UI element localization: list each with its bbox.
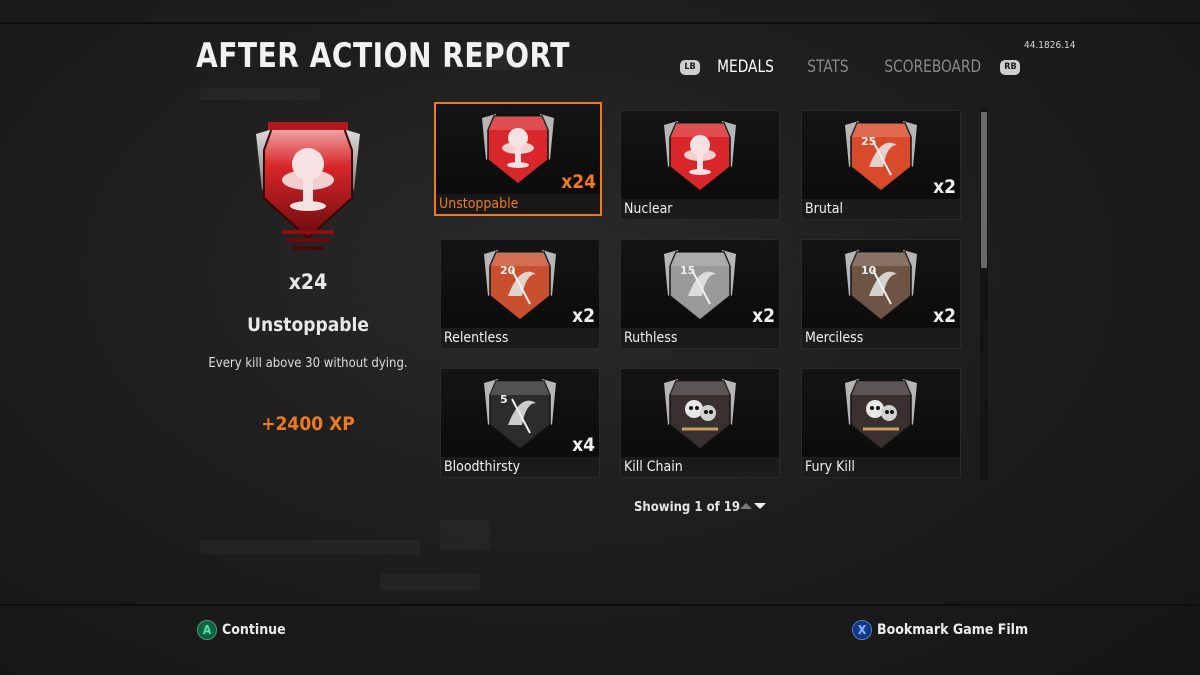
tab-medals[interactable]: MEDALS	[717, 57, 774, 77]
bookmark-label: Bookmark Game Film	[877, 622, 1029, 638]
reaper-medal-icon: 10	[845, 250, 917, 321]
scrollbar-thumb[interactable]	[981, 112, 987, 268]
medal-tile-label: Kill Chain	[621, 457, 779, 477]
medal-tile-kill-chain[interactable]: Kill Chain	[620, 368, 780, 478]
reaper-medal-icon: 15	[664, 250, 736, 321]
arrow-down-icon[interactable]	[754, 503, 766, 509]
tab-scoreboard[interactable]: SCOREBOARD	[884, 57, 981, 77]
medal-tile-label: Unstoppable	[436, 194, 600, 214]
nuke-cloud-medal-icon	[664, 121, 736, 192]
continue-button[interactable]: A Continue	[197, 620, 286, 640]
page-arrows[interactable]	[740, 503, 766, 509]
medal-tier-number: 15	[680, 264, 695, 277]
lb-bumper-icon[interactable]: LB	[680, 59, 700, 75]
medal-tile-count: x4	[572, 434, 595, 456]
medal-tile-relentless[interactable]: 20 x2 Relentless	[440, 239, 600, 349]
medal-tier-number: 25	[861, 135, 876, 148]
medal-grid-scrollbar[interactable]	[980, 110, 988, 480]
medal-count: x24	[288, 270, 328, 294]
reaper-medal-icon: 25	[845, 121, 917, 192]
version-label: 44.1826.14	[1024, 40, 1076, 51]
blurred-background-row	[440, 520, 490, 550]
medal-tier-number: 10	[861, 264, 877, 277]
medal-tile-nuclear[interactable]: Nuclear	[620, 110, 780, 220]
medal-tile-count: x2	[933, 305, 956, 327]
medal-tile-count: x2	[572, 305, 595, 327]
medal-tile-label: Relentless	[441, 328, 599, 348]
medal-tile-label: Fury Kill	[802, 457, 960, 477]
blurred-background-row	[380, 574, 480, 590]
page-title: AFTER ACTION REPORT	[196, 36, 570, 76]
medal-tile-label: Bloodthirsty	[441, 457, 599, 477]
medal-grid: x24 Unstoppable Nuclear 25 x2 Brutal 20 …	[434, 102, 970, 480]
medal-tile-label: Nuclear	[621, 199, 779, 219]
reaper-medal-icon: 20	[484, 250, 556, 321]
medal-detail-panel: x24 Unstoppable Every kill above 30 with…	[196, 120, 420, 435]
report-tabs: LB MEDALS STATS SCOREBOARD RB	[680, 56, 1021, 78]
medal-tier-number: 5	[500, 393, 508, 406]
medal-tile-count: x24	[561, 171, 596, 193]
medal-tile-bloodthirsty[interactable]: 5 x4 Bloodthirsty	[440, 368, 600, 478]
medal-tier-number: 20	[500, 264, 516, 277]
medal-tile-label: Brutal	[802, 199, 960, 219]
medal-tile-ruthless[interactable]: 15 x2 Ruthless	[620, 239, 780, 349]
continue-label: Continue	[222, 622, 286, 638]
top-divider	[0, 22, 1200, 24]
medal-description: Every kill above 30 without dying.	[208, 356, 408, 371]
blurred-background-row	[200, 540, 420, 554]
medal-tile-label: Merciless	[802, 328, 960, 348]
unstoppable-nuke-medal-icon	[256, 122, 360, 250]
medal-tile-count: x2	[933, 176, 956, 198]
medal-xp-reward: +2400 XP	[261, 413, 355, 435]
reaper-medal-icon: 5	[484, 379, 556, 450]
x-button-icon: X	[852, 620, 872, 640]
skull-chain-medal-icon	[664, 379, 736, 450]
blurred-background-row	[200, 88, 320, 100]
medal-tile-label: Ruthless	[621, 328, 779, 348]
nuke-cloud-medal-icon	[482, 114, 554, 185]
rb-bumper-icon[interactable]: RB	[1000, 59, 1021, 75]
medal-tile-unstoppable[interactable]: x24 Unstoppable	[434, 102, 602, 216]
medal-tile-fury-kill[interactable]: Fury Kill	[801, 368, 961, 478]
pagination-text: Showing 1 of 19	[634, 500, 741, 515]
arrow-up-icon[interactable]	[740, 503, 752, 509]
a-button-icon: A	[197, 620, 217, 640]
bookmark-game-film-button[interactable]: X Bookmark Game Film	[852, 620, 1028, 640]
bottom-divider	[0, 604, 1200, 606]
medal-name: Unstoppable	[247, 314, 369, 336]
tab-stats[interactable]: STATS	[807, 57, 848, 77]
medal-tile-merciless[interactable]: 10 x2 Merciless	[801, 239, 961, 349]
medal-tile-brutal[interactable]: 25 x2 Brutal	[801, 110, 961, 220]
medal-tile-count: x2	[752, 305, 775, 327]
skulls-medal-icon	[845, 379, 917, 450]
